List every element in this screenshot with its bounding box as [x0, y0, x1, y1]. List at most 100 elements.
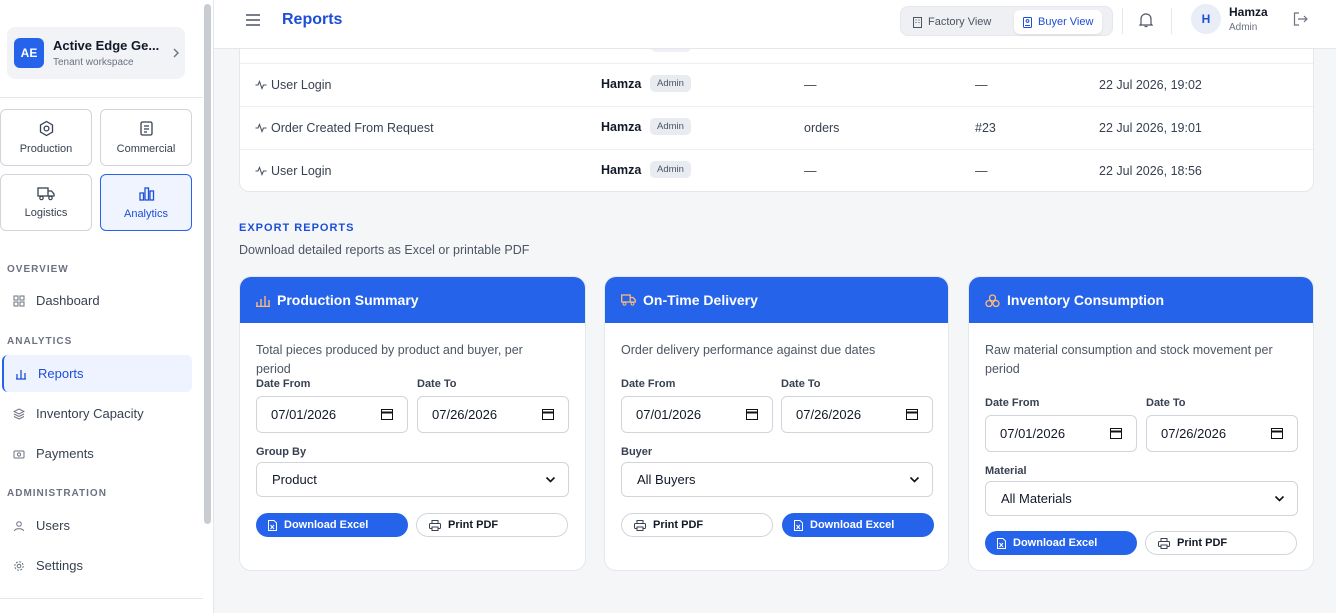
- factory-view-label: Factory View: [928, 16, 992, 28]
- boxes-icon: [985, 293, 1000, 307]
- role-badge: Admin: [650, 75, 691, 92]
- calendar-icon: [746, 409, 758, 420]
- tenant-subtitle: Tenant workspace: [53, 57, 134, 68]
- nav-label: Inventory Capacity: [36, 406, 144, 421]
- card-title: Inventory Consumption: [1007, 292, 1165, 308]
- card-description: Raw material consumption and stock movem…: [985, 343, 1273, 376]
- divider: [0, 598, 203, 599]
- export-section-title: EXPORT REPORTS: [239, 222, 355, 234]
- date-to-input[interactable]: 07/26/2026: [417, 396, 569, 433]
- date-to-input[interactable]: 07/26/2026: [781, 396, 933, 433]
- file-excel-icon: [997, 537, 1006, 549]
- hamburger-menu-icon[interactable]: [246, 13, 260, 31]
- bar-chart-icon: [16, 369, 26, 380]
- module-cell: —: [804, 164, 817, 178]
- building-icon: [913, 16, 922, 28]
- print-pdf-button[interactable]: Print PDF: [621, 513, 773, 537]
- buyer-view-toggle[interactable]: Buyer View: [1014, 10, 1103, 34]
- section-analytics: ANALYTICS: [7, 336, 73, 347]
- truck-icon: [621, 294, 636, 306]
- tenant-name: Active Edge Ge...: [53, 38, 160, 53]
- view-switcher: Factory View Buyer View: [900, 6, 1113, 36]
- card-description: Order delivery performance against due d…: [621, 343, 876, 357]
- timestamp-cell: 22 Jul 2026, 19:01: [1099, 121, 1202, 135]
- material-select[interactable]: All Materials: [985, 481, 1298, 516]
- buyer-view-label: Buyer View: [1038, 16, 1094, 28]
- group-by-label: Group By: [256, 446, 307, 458]
- section-overview: OVERVIEW: [7, 264, 69, 275]
- card-header: Inventory Consumption: [969, 277, 1313, 323]
- chevron-down-icon: [545, 476, 556, 483]
- dashboard-icon: [13, 295, 25, 306]
- divider: [1171, 8, 1172, 34]
- activity-icon: [255, 80, 267, 90]
- chevron-down-icon: [909, 476, 920, 483]
- nav-settings[interactable]: Settings: [2, 547, 192, 584]
- record-cell: #23: [975, 121, 996, 135]
- module-analytics[interactable]: Analytics: [100, 174, 192, 231]
- material-label: Material: [985, 465, 1027, 477]
- record-cell: —: [975, 164, 988, 178]
- action-text: User Login: [271, 78, 332, 92]
- download-excel-button[interactable]: Download Excel: [782, 513, 934, 537]
- factory-view-toggle[interactable]: Factory View: [904, 10, 1000, 34]
- date-from-label: Date From: [621, 378, 676, 390]
- table-row[interactable]: Order Created From Request Hamza Admin o…: [240, 106, 1313, 149]
- printer-icon: [634, 519, 646, 531]
- date-from-label: Date From: [256, 378, 311, 390]
- module-label: Production: [19, 143, 73, 155]
- date-to-label: Date To: [781, 378, 821, 390]
- calendar-icon: [906, 409, 918, 420]
- date-from-input[interactable]: 07/01/2026: [256, 396, 408, 433]
- truck-icon: [37, 187, 55, 201]
- topbar: Reports Factory View Buyer View H Hamza …: [214, 0, 1336, 49]
- file-excel-icon: [268, 519, 277, 531]
- action-text: User Login: [271, 164, 332, 178]
- print-pdf-button[interactable]: Print PDF: [416, 513, 568, 537]
- tenant-switcher[interactable]: AE Active Edge Ge... Tenant workspace: [7, 27, 185, 79]
- timestamp-cell: 22 Jul 2026, 18:56: [1099, 164, 1202, 178]
- print-pdf-button[interactable]: Print PDF: [1145, 531, 1297, 555]
- page-title: Reports: [282, 11, 343, 28]
- module-label: Logistics: [24, 207, 68, 219]
- module-commercial[interactable]: Commercial: [100, 109, 192, 166]
- section-administration: ADMINISTRATION: [7, 488, 107, 499]
- module-label: Analytics: [123, 208, 169, 220]
- module-production[interactable]: Production: [0, 109, 92, 166]
- buyer-label: Buyer: [621, 446, 653, 458]
- table-row[interactable]: User Login Hamza Admin — — 22 Jul 2026, …: [240, 63, 1313, 106]
- calendar-icon: [1271, 428, 1283, 439]
- user-name: Hamza: [601, 120, 642, 134]
- date-to-label: Date To: [1146, 397, 1186, 409]
- date-to-label: Date To: [417, 378, 457, 390]
- calendar-icon: [381, 409, 393, 420]
- download-excel-button[interactable]: Download Excel: [985, 531, 1137, 555]
- card-header: On-Time Delivery: [605, 277, 948, 323]
- date-to-input[interactable]: 07/26/2026: [1146, 415, 1298, 452]
- nav-inventory-capacity[interactable]: Inventory Capacity: [2, 395, 192, 432]
- logout-icon[interactable]: [1293, 12, 1308, 31]
- sidebar-scrollbar[interactable]: [204, 4, 211, 524]
- nav-label: Settings: [36, 558, 83, 573]
- nav-users[interactable]: Users: [2, 507, 192, 544]
- group-by-select[interactable]: Product: [256, 462, 569, 497]
- user-role: Admin: [1229, 22, 1258, 33]
- nav-payments[interactable]: Payments: [2, 435, 192, 472]
- tenant-badge: AE: [14, 38, 44, 68]
- table-row[interactable]: User Login Hamza Admin — — 22 Jul 2026, …: [240, 149, 1313, 191]
- avatar[interactable]: H: [1191, 4, 1221, 34]
- activity-table: User Login Hamza Admin — — 22 Jul 2026, …: [239, 30, 1314, 192]
- date-from-input[interactable]: 07/01/2026: [985, 415, 1137, 452]
- buyer-select[interactable]: All Buyers: [621, 462, 933, 497]
- layers-icon: [13, 407, 25, 420]
- calendar-icon: [1110, 428, 1122, 439]
- record-cell: —: [975, 78, 988, 92]
- bell-icon[interactable]: [1138, 12, 1154, 33]
- nav-dashboard[interactable]: Dashboard: [2, 282, 192, 319]
- nav-reports[interactable]: Reports: [2, 355, 192, 392]
- download-excel-button[interactable]: Download Excel: [256, 513, 408, 537]
- user-icon: [14, 520, 24, 531]
- clipboard-icon: [139, 121, 153, 136]
- date-from-input[interactable]: 07/01/2026: [621, 396, 773, 433]
- module-logistics[interactable]: Logistics: [0, 174, 92, 231]
